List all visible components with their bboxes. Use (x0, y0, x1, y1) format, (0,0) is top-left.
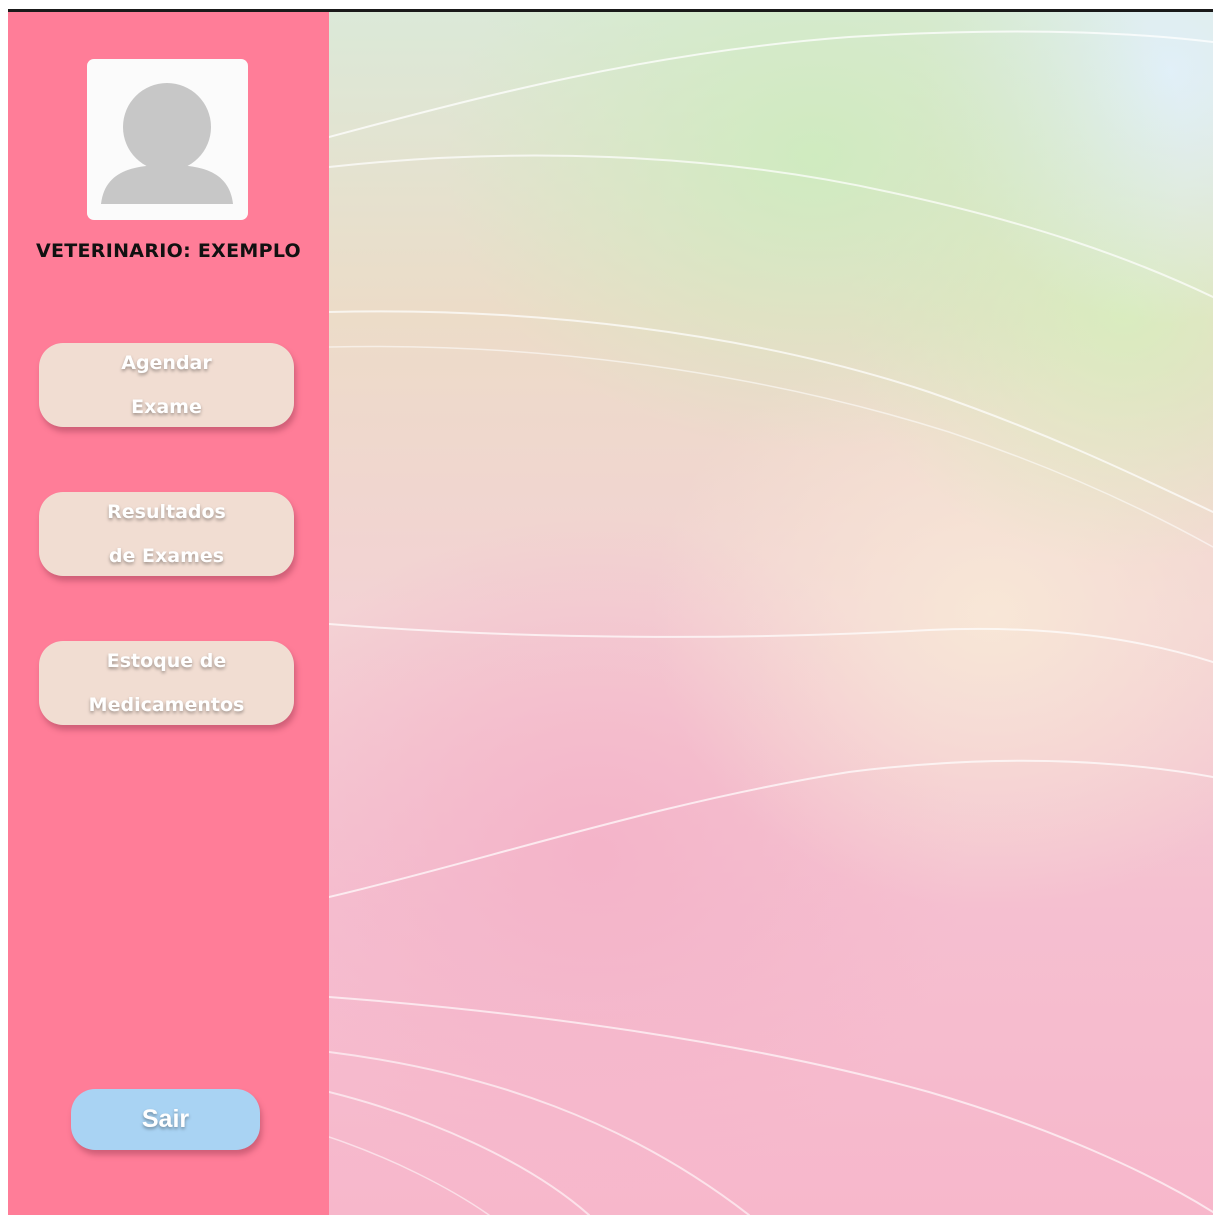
avatar (87, 59, 248, 220)
vet-name-label: VETERINARIO: EXEMPLO (35, 240, 301, 262)
exam-results-label-line2: de Exames (108, 545, 225, 567)
medication-stock-button[interactable]: Estoque de Medicamentos (39, 641, 294, 725)
user-avatar-icon (101, 83, 233, 204)
logout-button[interactable]: Sair (71, 1089, 260, 1150)
exam-results-label-line1: Resultados (107, 501, 226, 523)
sidebar: VETERINARIO: EXEMPLO Agendar Exame Resul… (8, 12, 329, 1215)
app-window: VETERINARIO: EXEMPLO Agendar Exame Resul… (0, 0, 1213, 1215)
schedule-exam-label-line1: Agendar (121, 352, 212, 374)
exam-results-button[interactable]: Resultados de Exames (39, 492, 294, 576)
schedule-exam-label-line2: Exame (131, 396, 202, 418)
main-content-background (329, 12, 1213, 1215)
medication-stock-label-line1: Estoque de (106, 650, 227, 672)
wave-lines-decoration (329, 30, 1213, 1215)
medication-stock-label-line2: Medicamentos (88, 694, 245, 716)
schedule-exam-button[interactable]: Agendar Exame (39, 343, 294, 427)
